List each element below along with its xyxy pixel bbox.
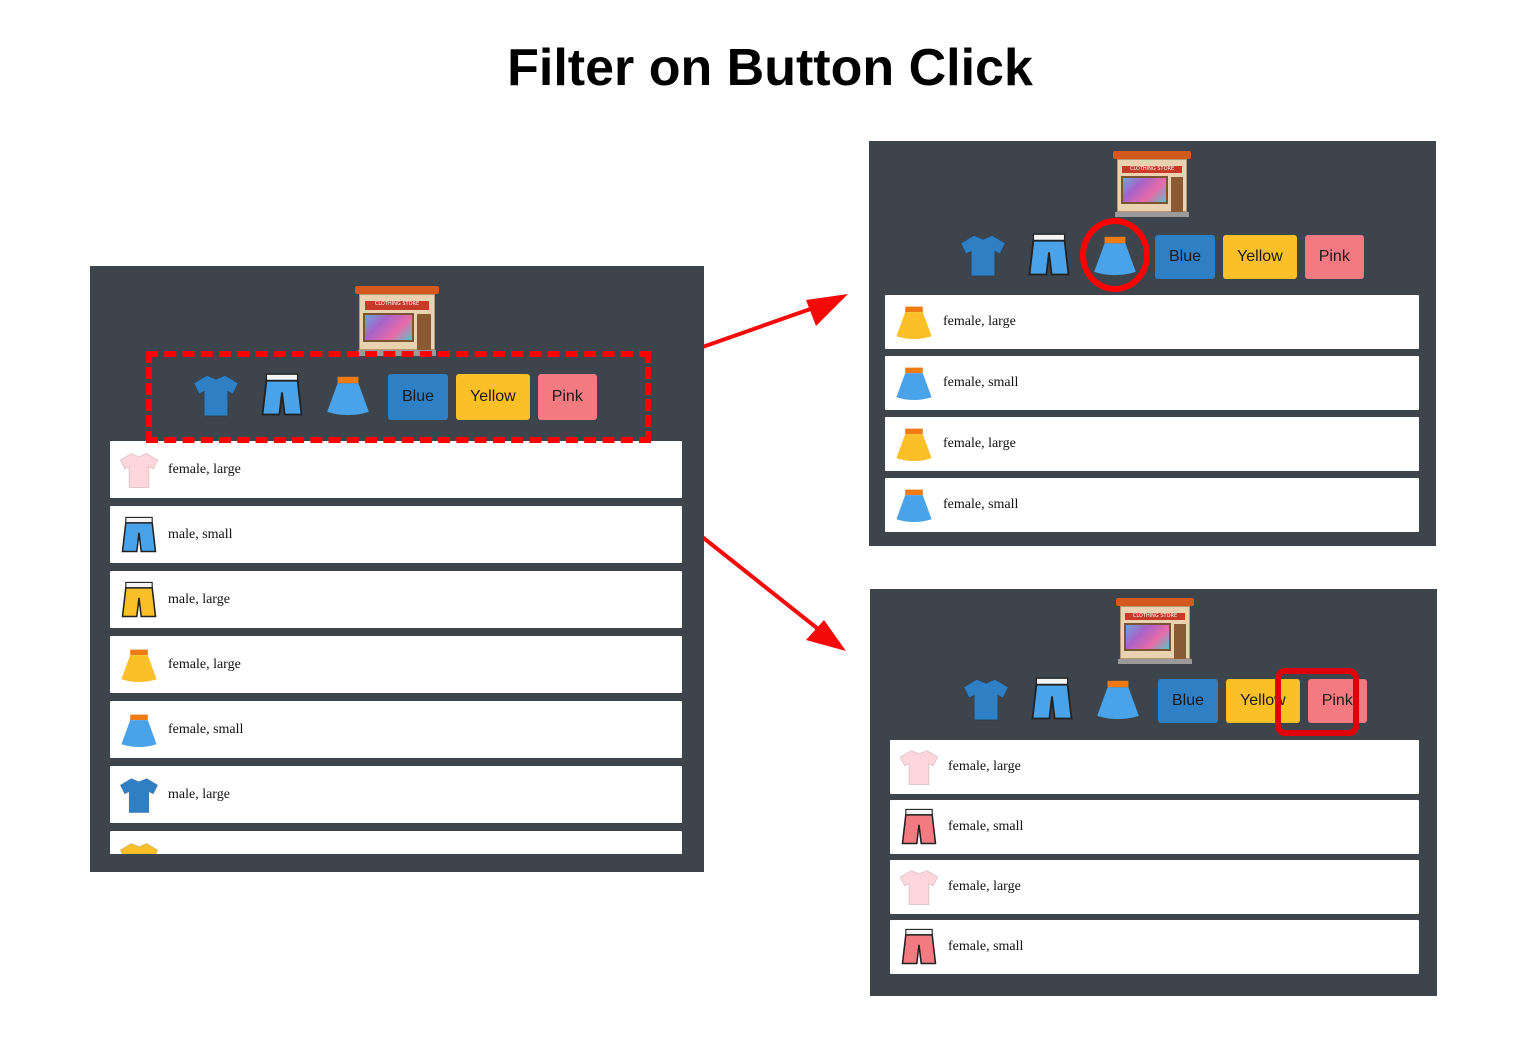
list-item-label: female, small: [943, 375, 1019, 390]
skirt-icon: [891, 299, 937, 345]
list-item-label: male, large: [168, 591, 230, 607]
list-item[interactable]: female, small: [885, 478, 1419, 532]
skirt-icon: [116, 642, 162, 688]
tshirt-icon: [896, 744, 942, 790]
store-logo: CLOTHING STORE: [1113, 151, 1191, 217]
list-item-label: female, large: [948, 759, 1021, 774]
item-list: female, large female, small female, large f…: [885, 295, 1419, 539]
skirt-icon: [891, 360, 937, 406]
list-item[interactable]: male, large: [110, 571, 682, 628]
blue-filter-button[interactable]: Blue: [1158, 679, 1219, 723]
tshirt-icon: [896, 864, 942, 910]
skirt-icon: [891, 421, 937, 467]
store-logo: CLOTHING STORE: [1116, 598, 1194, 664]
list-item-label: female, large: [168, 656, 241, 672]
blue-filter-button[interactable]: Blue: [1155, 235, 1216, 279]
list-item[interactable]: female, small: [890, 800, 1419, 854]
list-item-label: female, small: [168, 721, 244, 737]
pink-filter-button[interactable]: Pink: [1304, 235, 1364, 279]
shorts-icon: [1023, 229, 1075, 286]
store-sign-text: CLOTHING STORE: [1125, 612, 1185, 621]
shorts-icon: [896, 804, 942, 850]
list-item-label: female, small: [948, 819, 1024, 834]
list-item-label: female, large: [948, 879, 1021, 894]
tshirt-icon: [116, 772, 162, 818]
skirt-button-highlight: [1080, 218, 1150, 292]
list-item[interactable]: female, small: [890, 920, 1419, 974]
skirt-icon: [116, 707, 162, 753]
shorts-icon: [1026, 673, 1078, 730]
list-item[interactable]: female, small: [885, 356, 1419, 410]
list-item-label: female, large: [943, 314, 1016, 329]
list-item[interactable]: female, large: [885, 295, 1419, 349]
item-list: female, large male, small male, large femal…: [110, 441, 682, 872]
tshirt-icon: [116, 447, 162, 493]
list-item[interactable]: female, large: [885, 417, 1419, 471]
arrowhead-skirt: [806, 294, 848, 326]
arrow-to-pink-filter: [694, 530, 834, 642]
skirt-filter-button[interactable]: [1092, 675, 1144, 727]
list-item[interactable]: male, small: [110, 506, 682, 563]
item-list: female, large female, small female, large f…: [890, 740, 1419, 980]
list-item[interactable]: female, large: [110, 441, 682, 498]
tshirt-icon: [960, 673, 1012, 730]
list-item-label: male, large: [168, 786, 230, 802]
skirt-icon: [1092, 673, 1144, 730]
app-panel-skirt-filtered: CLOTHING STORE Blue Yellow Pink female, …: [869, 141, 1436, 546]
shorts-filter-button[interactable]: [1026, 675, 1078, 727]
shorts-icon: [896, 924, 942, 970]
store-sign-text: CLOTHING STORE: [1122, 165, 1182, 174]
app-panel-pink-filtered: CLOTHING STORE Blue Yellow Pink female, …: [870, 589, 1437, 996]
filter-bar: Blue Yellow Pink: [957, 231, 1372, 283]
shorts-icon: [116, 512, 162, 558]
list-item[interactable]: female, large: [890, 860, 1419, 914]
list-item-label: female, small: [943, 497, 1019, 512]
list-item[interactable]: female, small: [110, 701, 682, 758]
yellow-filter-button[interactable]: Yellow: [1223, 235, 1297, 279]
tshirt-filter-button[interactable]: [957, 231, 1009, 283]
list-item[interactable]: female, large: [110, 636, 682, 693]
shorts-icon: [116, 577, 162, 623]
store-logo: CLOTHING STORE: [355, 286, 439, 356]
pink-button-highlight: [1275, 668, 1359, 736]
list-item-label: female, large: [168, 461, 241, 477]
list-item[interactable]: male, large: [110, 766, 682, 823]
tshirt-filter-button[interactable]: [960, 675, 1012, 727]
list-item-label: female, large: [943, 436, 1016, 451]
store-sign-text: CLOTHING STORE: [365, 301, 429, 310]
tshirt-icon: [957, 229, 1009, 286]
skirt-icon: [891, 482, 937, 528]
list-item[interactable]: female, large: [890, 740, 1419, 794]
filter-bar-highlight: [146, 351, 651, 443]
list-item-label: male, small: [168, 526, 233, 542]
shorts-filter-button[interactable]: [1023, 231, 1075, 283]
list-item-label: female, small: [948, 939, 1024, 954]
